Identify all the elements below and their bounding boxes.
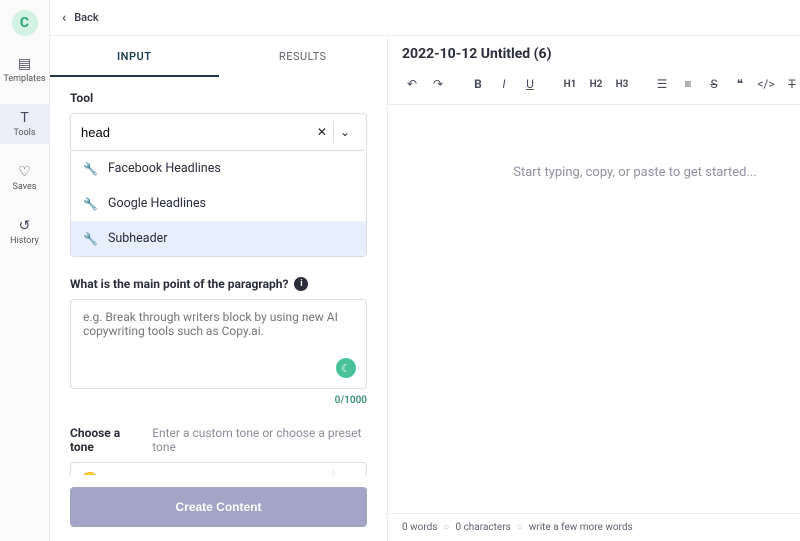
- heart-icon: ♡: [18, 164, 31, 180]
- tone-combo: 😊 Friendly ✕ ⌄: [70, 462, 367, 475]
- numbered-list-icon[interactable]: ≡: [676, 72, 700, 96]
- rail-label: History: [10, 236, 39, 246]
- back-label: Back: [74, 11, 98, 24]
- wrench-icon: 🔧: [83, 197, 98, 211]
- char-counter: 0/1000: [70, 395, 367, 406]
- assistant-icon[interactable]: ☾: [336, 358, 356, 378]
- italic-button[interactable]: I: [492, 72, 516, 96]
- strike-button[interactable]: S: [702, 72, 726, 96]
- editor-placeholder: Start typing, copy, or paste to get star…: [513, 165, 757, 180]
- doc-title[interactable]: 2022-10-12 Untitled (6): [402, 46, 800, 62]
- option-label: Google Headlines: [108, 196, 206, 211]
- rail-history[interactable]: ↺ History: [0, 212, 50, 252]
- back-bar[interactable]: ‹ Back: [50, 0, 800, 36]
- clear-icon[interactable]: ✕: [311, 125, 333, 139]
- clear-format-icon[interactable]: T: [780, 72, 800, 96]
- redo-icon[interactable]: ↷: [426, 72, 450, 96]
- brand-logo: C: [12, 10, 38, 36]
- tool-combo: ✕ ⌄: [70, 113, 367, 151]
- option-label: Subheader: [108, 231, 168, 246]
- history-icon: ↺: [19, 218, 31, 234]
- word-count: 0 words: [402, 522, 437, 533]
- option-facebook-headlines[interactable]: 🔧 Facebook Headlines: [71, 151, 366, 186]
- nav-rail: C ▤ Templates T Tools ♡ Saves ↺ History: [0, 0, 50, 541]
- char-count: 0 characters: [455, 522, 510, 533]
- option-label: Facebook Headlines: [108, 161, 221, 176]
- tool-label: Tool: [70, 91, 367, 105]
- rail-label: Templates: [3, 74, 45, 84]
- templates-icon: ▤: [18, 56, 31, 72]
- h1-button[interactable]: H1: [558, 72, 582, 96]
- code-icon[interactable]: </>: [754, 72, 778, 96]
- tabs: INPUT RESULTS: [50, 36, 387, 77]
- status-hint: write a few more words: [529, 522, 633, 533]
- chevron-left-icon: ‹: [62, 10, 66, 26]
- status-bar: 0 words ○ 0 characters ○ write a few mor…: [388, 513, 800, 541]
- h2-button[interactable]: H2: [584, 72, 608, 96]
- wrench-icon: 🔧: [83, 232, 98, 246]
- tab-results[interactable]: RESULTS: [219, 36, 388, 77]
- undo-icon[interactable]: ↶: [400, 72, 424, 96]
- info-icon[interactable]: i: [294, 277, 308, 291]
- chevron-down-icon[interactable]: ⌄: [334, 125, 356, 139]
- tab-input[interactable]: INPUT: [50, 36, 219, 77]
- option-subheader[interactable]: 🔧 Subheader: [71, 221, 366, 256]
- create-content-button[interactable]: Create Content: [70, 487, 367, 527]
- tools-icon: T: [20, 110, 28, 126]
- bold-button[interactable]: B: [466, 72, 490, 96]
- h3-button[interactable]: H3: [610, 72, 634, 96]
- paragraph-label: What is the main point of the paragraph?…: [70, 277, 367, 291]
- quote-icon[interactable]: ❝: [728, 72, 752, 96]
- rail-tools[interactable]: T Tools: [0, 104, 50, 144]
- bullet-list-icon[interactable]: ☰: [650, 72, 674, 96]
- editor-toolbar: ↶ ↷ B I U H1 H2 H3 ☰ ≡ S ❝ </> T: [388, 68, 800, 105]
- option-google-headlines[interactable]: 🔧 Google Headlines: [71, 186, 366, 221]
- paragraph-input[interactable]: [83, 310, 354, 370]
- rail-label: Saves: [13, 182, 37, 192]
- rail-saves[interactable]: ♡ Saves: [0, 158, 50, 198]
- wrench-icon: 🔧: [83, 162, 98, 176]
- tone-hint: Enter a custom tone or choose a preset t…: [152, 426, 367, 454]
- rail-templates[interactable]: ▤ Templates: [0, 50, 50, 90]
- underline-button[interactable]: U: [518, 72, 542, 96]
- tone-label: Choose a tone Enter a custom tone or cho…: [70, 426, 367, 454]
- tool-search-input[interactable]: [81, 125, 311, 140]
- paragraph-field: ☾: [70, 299, 367, 389]
- editor-canvas[interactable]: Start typing, copy, or paste to get star…: [388, 105, 800, 513]
- rail-label: Tools: [13, 128, 35, 138]
- tool-dropdown: 🔧 Facebook Headlines 🔧 Google Headlines …: [70, 151, 367, 257]
